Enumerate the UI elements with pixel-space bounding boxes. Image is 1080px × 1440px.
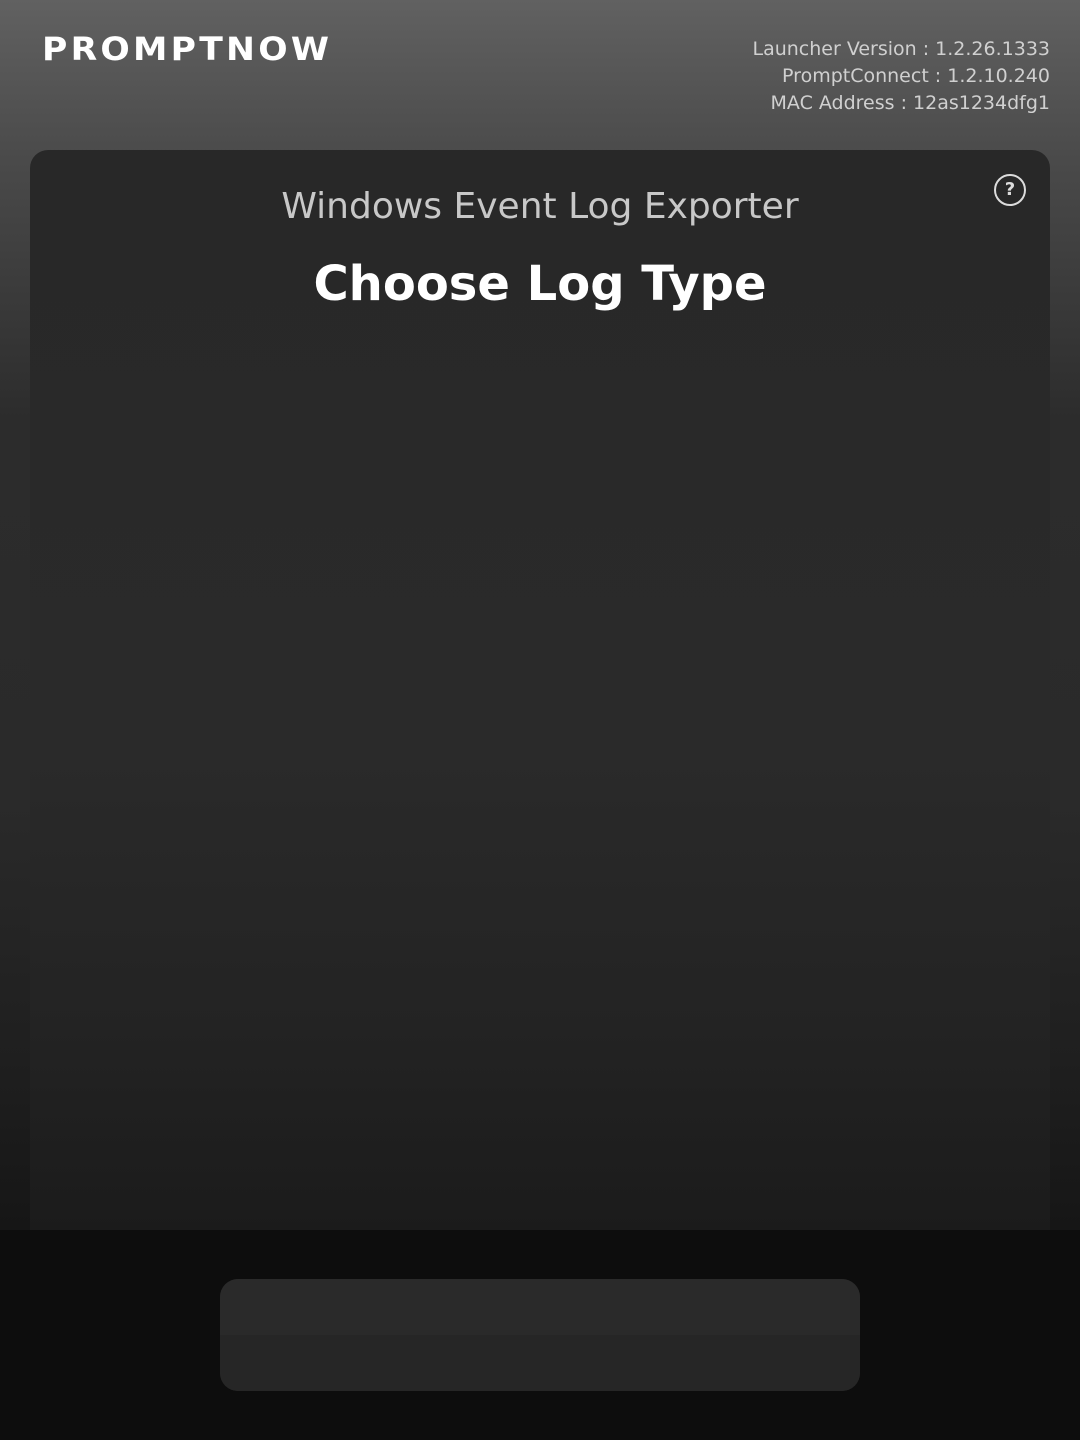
main-card: ? Windows Event Log Exporter Choose Log … bbox=[30, 150, 1050, 1240]
footer-action-button[interactable] bbox=[220, 1279, 860, 1391]
page-title: Choose Log Type bbox=[313, 256, 767, 312]
prompt-connect-version: PromptConnect : 1.2.10.240 bbox=[782, 65, 1050, 87]
footer-action-lower bbox=[220, 1335, 860, 1391]
header: PROMPTNOW Launcher Version : 1.2.26.1333… bbox=[0, 0, 1080, 150]
footer-action-upper bbox=[220, 1279, 860, 1335]
footer bbox=[0, 1230, 1080, 1440]
brand-logo: PROMPTNOW bbox=[42, 30, 333, 68]
app-title: Windows Event Log Exporter bbox=[281, 186, 799, 227]
mac-address: MAC Address : 12as1234dfg1 bbox=[770, 92, 1050, 114]
launcher-version: Launcher Version : 1.2.26.1333 bbox=[752, 38, 1050, 60]
version-info: Launcher Version : 1.2.26.1333 PromptCon… bbox=[752, 36, 1050, 117]
